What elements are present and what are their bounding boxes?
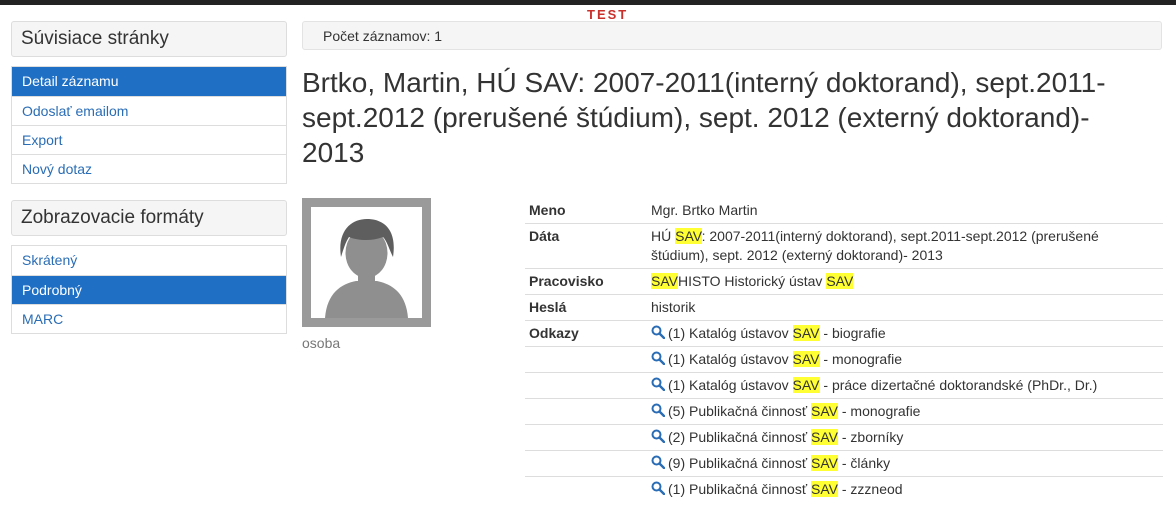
top-bar [0, 0, 1176, 5]
search-highlight: SAV [811, 481, 838, 497]
table-row: (9) Publikačná činnosť SAV - články [525, 450, 1163, 477]
search-highlight: SAV [811, 403, 838, 419]
search-icon [651, 377, 665, 391]
record-count-bar: Počet záznamov: 1 [302, 21, 1162, 50]
search-highlight: SAV [792, 325, 820, 341]
link-item[interactable]: (1) Publikačná činnosť SAV - zzzneod [647, 476, 1163, 502]
test-environment-label: TEST [587, 7, 629, 22]
field-label: Heslá [525, 294, 647, 321]
search-icon [651, 351, 665, 365]
field-value: HÚ SAV: 2007-2011(interný doktorand), se… [647, 223, 1163, 269]
field-label: Odkazy [525, 320, 647, 347]
related-pages-heading: Súvisiace stránky [11, 21, 287, 57]
related-pages-list: Detail záznamu Odoslať emailom Export No… [11, 66, 287, 184]
display-formats-list: Skrátený Podrobný MARC [11, 245, 287, 334]
format-item-detailed[interactable]: Podrobný [12, 275, 286, 304]
sidebar-item-email[interactable]: Odoslať emailom [12, 96, 286, 125]
link-item[interactable]: (2) Publikačná činnosť SAV - zborníky [647, 424, 1163, 451]
field-value: SAVHISTO Historický ústav SAV [647, 268, 1163, 295]
sidebar-item-detail[interactable]: Detail záznamu [12, 67, 286, 96]
search-highlight: SAV [792, 377, 820, 393]
sidebar-item-new-query[interactable]: Nový dotaz [12, 154, 286, 183]
sidebar: Súvisiace stránky Detail záznamu Odoslať… [11, 21, 287, 334]
search-icon [651, 403, 665, 417]
search-icon [651, 325, 665, 339]
field-label: Dáta [525, 223, 647, 269]
search-icon [651, 429, 665, 443]
table-row: (5) Publikačná činnosť SAV - monografie [525, 398, 1163, 425]
sidebar-item-export[interactable]: Export [12, 125, 286, 154]
table-row: Odkazy (1) Katalóg ústavov SAV - biograf… [525, 320, 1163, 347]
display-formats-heading: Zobrazovacie formáty [11, 200, 287, 236]
avatar-caption: osoba [302, 335, 341, 351]
search-highlight: SAV [826, 273, 854, 289]
main-content: Počet záznamov: 1 Brtko, Martin, HÚ SAV:… [302, 21, 1163, 502]
link-item[interactable]: (1) Katalóg ústavov SAV - práce dizertač… [647, 372, 1163, 399]
search-icon [651, 455, 665, 469]
search-highlight: SAV [675, 228, 702, 244]
table-row: Dáta HÚ SAV: 2007-2011(interný doktorand… [525, 223, 1163, 269]
field-value: Mgr. Brtko Martin [651, 202, 758, 218]
field-label: Pracovisko [525, 268, 647, 295]
table-row: Heslá historik [525, 294, 1163, 321]
search-icon [651, 481, 665, 495]
person-silhouette-icon [325, 219, 408, 318]
table-row: (1) Katalóg ústavov SAV - monografie [525, 346, 1163, 373]
person-avatar [302, 198, 431, 327]
field-label: Meno [529, 202, 566, 218]
format-item-marc[interactable]: MARC [12, 304, 286, 333]
search-highlight: SAV [651, 273, 678, 289]
format-item-short[interactable]: Skrátený [12, 246, 286, 275]
search-highlight: SAV [811, 429, 838, 445]
record-title: Brtko, Martin, HÚ SAV: 2007-2011(interný… [302, 67, 1106, 168]
table-row: (1) Publikačná činnosť SAV - zzzneod [525, 476, 1163, 502]
table-row: Meno Mgr. Brtko Martin [525, 198, 1163, 224]
link-item[interactable]: (5) Publikačná činnosť SAV - monografie [647, 398, 1163, 425]
search-highlight: SAV [792, 351, 820, 367]
search-highlight: SAV [811, 455, 838, 471]
field-value: historik [647, 294, 1163, 321]
link-item[interactable]: (1) Katalóg ústavov SAV - monografie [647, 346, 1163, 373]
link-item[interactable]: (1) Katalóg ústavov SAV - biografie [647, 320, 1163, 347]
link-item[interactable]: (9) Publikačná činnosť SAV - články [647, 450, 1163, 477]
record-details-table: Meno Mgr. Brtko Martin Dáta HÚ SAV: 2007… [525, 198, 1163, 502]
table-row: (1) Katalóg ústavov SAV - práce dizertač… [525, 372, 1163, 399]
table-row: Pracovisko SAVHISTO Historický ústav SAV [525, 268, 1163, 295]
table-row: (2) Publikačná činnosť SAV - zborníky [525, 424, 1163, 451]
